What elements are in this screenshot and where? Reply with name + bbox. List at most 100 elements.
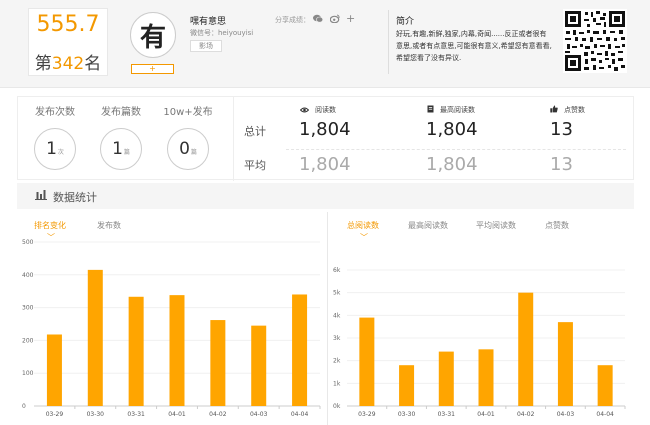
x-tick-label: 04-03 <box>250 411 268 418</box>
max-reads-avg: 1,804 <box>426 154 478 175</box>
rank-chart-panel: 排名变化 ﹀ 发布数 0 100 200 300 400 500 03-29 03-30 03-… <box>17 212 322 425</box>
col-head-reads: 阅读数 <box>299 105 336 115</box>
header-divider <box>388 10 389 74</box>
account-id: 微信号：heiyouyisi <box>190 29 254 37</box>
weibo-icon[interactable] <box>329 14 340 26</box>
x-tick-label: 04-01 <box>168 411 186 418</box>
stat-value: 1 <box>112 139 123 159</box>
bar[interactable] <box>46 334 62 406</box>
bar[interactable] <box>128 296 144 406</box>
x-tick-label: 04-04 <box>291 411 309 418</box>
y-tick-label: 400 <box>22 272 34 279</box>
stat-publish-articles: 发布篇数 1篇 <box>86 97 156 170</box>
likes-total: 13 <box>550 119 573 140</box>
stat-value: 0 <box>179 139 190 159</box>
rank-line: 第342名 <box>29 49 107 74</box>
account-name: 嘿有意思 <box>190 17 227 27</box>
col-head-max-reads: 最高阅读数 <box>427 105 475 115</box>
rank-number: 342 <box>51 54 85 74</box>
wechat-icon[interactable] <box>313 14 324 26</box>
stat-circle: 1篇 <box>100 128 142 170</box>
x-tick-label: 03-31 <box>127 411 145 418</box>
bar[interactable] <box>597 365 613 406</box>
stat-unit: 篇 <box>123 149 130 156</box>
add-share-icon[interactable]: + <box>346 12 355 25</box>
stat-unit: 次 <box>57 149 64 156</box>
x-tick-label: 04-01 <box>477 411 495 418</box>
stat-10w-publish: 10w+发布 0篇 <box>153 97 223 170</box>
bar[interactable] <box>87 269 103 406</box>
x-tick-label: 03-30 <box>398 411 416 418</box>
stat-value: 1 <box>46 139 57 159</box>
share-label: 分享成绩： <box>275 16 310 24</box>
avatar: 有 <box>130 12 176 58</box>
intro-title: 简介 <box>396 17 415 27</box>
rank-card: 555.7 第342名 <box>28 8 108 76</box>
row-total-label: 总计 <box>244 125 266 138</box>
row-divider <box>286 149 626 150</box>
x-tick-label: 03-31 <box>438 411 456 418</box>
section-title: 数据统计 <box>53 191 97 204</box>
y-tick-label: 500 <box>22 239 34 246</box>
bar[interactable] <box>359 317 375 406</box>
bar[interactable] <box>557 322 573 406</box>
rank-prefix: 第 <box>34 54 52 74</box>
max-reads-total: 1,804 <box>426 119 478 140</box>
x-tick-label: 03-29 <box>46 411 64 418</box>
bar[interactable] <box>399 365 415 406</box>
col-head-likes: 点赞数 <box>550 105 585 115</box>
stat-unit: 篇 <box>190 149 197 156</box>
reads-bar-chart: 0k 1k 2k 3k 4k 5k 6k 03-29 03-30 03-31 04-01 04-02 0… <box>333 267 626 418</box>
account-tag[interactable]: 影场 <box>190 40 222 52</box>
stats-panel: 发布次数 1次 发布篇数 1篇 10w+发布 0篇 总计 平均 阅读数 1,80… <box>17 96 634 181</box>
y-tick-label: 6k <box>333 267 341 274</box>
doc-icon <box>427 105 434 115</box>
account-header: 555.7 第342名 有 + 嘿有意思 微信号：heiyouyisi 影场 分… <box>0 0 650 88</box>
y-tick-label: 100 <box>22 370 34 377</box>
y-tick-label: 5k <box>333 290 341 297</box>
x-tick-label: 04-02 <box>517 411 535 418</box>
bar[interactable] <box>478 349 494 406</box>
col-label: 点赞数 <box>564 106 585 114</box>
reads-avg: 1,804 <box>299 154 351 175</box>
row-avg-label: 平均 <box>244 159 266 172</box>
bar[interactable] <box>251 325 267 406</box>
avatar-char: 有 <box>139 22 166 53</box>
x-tick-label: 04-02 <box>209 411 227 418</box>
bar[interactable] <box>210 320 226 406</box>
rank-bar-chart: 0 100 200 300 400 500 03-29 03-30 03-31 04-01 04-0… <box>22 239 321 418</box>
thumb-icon <box>550 105 558 115</box>
x-tick-label: 03-30 <box>87 411 105 418</box>
follow-button[interactable]: + <box>131 64 174 74</box>
stat-label: 发布次数 <box>35 107 75 118</box>
stat-circle: 1次 <box>34 128 76 170</box>
section-header: 数据统计 <box>17 183 634 209</box>
y-tick-label: 0 <box>22 403 26 410</box>
intro-text: 好玩,有趣,新鲜,独家,内幕,奇闻......反正或者很有意思,或者有点意思,可… <box>396 30 552 62</box>
x-tick-label: 04-04 <box>596 411 614 418</box>
bar[interactable] <box>518 292 534 406</box>
rank-suffix: 名 <box>84 54 102 74</box>
x-tick-label: 03-29 <box>358 411 376 418</box>
bar-chart-icon <box>35 190 47 203</box>
y-tick-label: 2k <box>333 358 341 365</box>
bar[interactable] <box>169 295 185 406</box>
stat-circle: 0篇 <box>167 128 209 170</box>
bar[interactable] <box>438 351 454 406</box>
reads-total: 1,804 <box>299 119 351 140</box>
col-label: 最高阅读数 <box>440 106 475 114</box>
x-tick-label: 04-03 <box>557 411 575 418</box>
score-value: 555.7 <box>36 12 100 37</box>
y-tick-label: 3k <box>333 335 341 342</box>
stat-label: 10w+发布 <box>163 107 213 118</box>
qr-code-icon <box>563 9 627 73</box>
eye-icon <box>299 106 310 115</box>
y-tick-label: 300 <box>22 305 34 312</box>
likes-avg: 13 <box>550 154 573 175</box>
bar[interactable] <box>292 294 308 406</box>
stats-divider <box>233 97 234 181</box>
y-tick-label: 200 <box>22 337 34 344</box>
col-label: 阅读数 <box>315 106 336 114</box>
y-tick-label: 0k <box>333 403 341 410</box>
stat-publish-times: 发布次数 1次 <box>20 97 90 170</box>
